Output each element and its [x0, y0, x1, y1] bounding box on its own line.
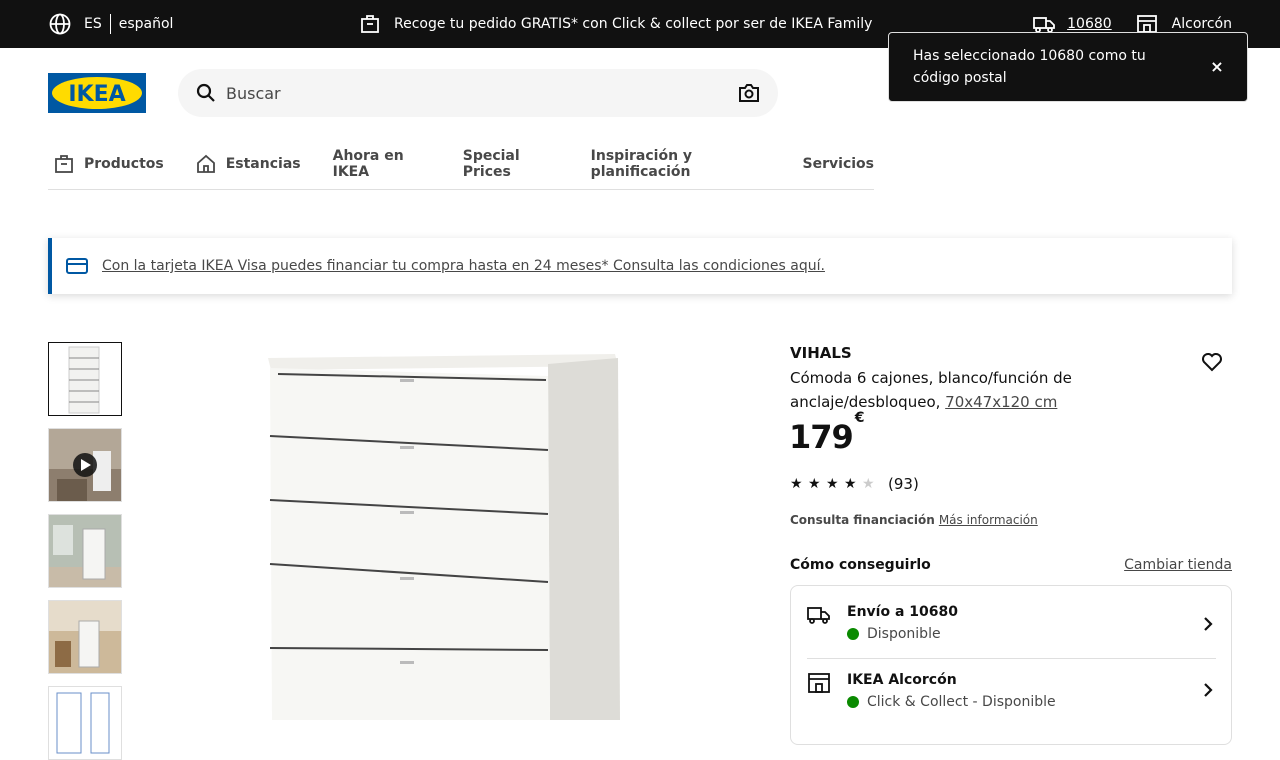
nav-label: Special Prices: [462, 148, 520, 180]
bedroom-thumbnail-image: [49, 515, 121, 587]
how-to-get-heading: Cómo conseguirlo: [790, 557, 931, 573]
main-navigation: Productos Estancias Ahora en IKEA Specia…: [48, 140, 874, 190]
product-description: Cómoda 6 cajones, blanco/función de ancl…: [790, 366, 1110, 414]
store-link[interactable]: Alcorcón: [1172, 16, 1232, 32]
delivery-status-text: Disponible: [867, 626, 941, 642]
star-icon: ★: [826, 476, 839, 492]
star-icon: ★: [808, 476, 821, 492]
available-dot-icon: [847, 628, 859, 640]
dresser-thumbnail-image: [49, 343, 121, 415]
product-size-link[interactable]: 70x47x120 cm: [945, 393, 1057, 411]
chevron-right-icon: [1204, 617, 1213, 631]
nav-item-special-prices[interactable]: Special Prices: [463, 140, 559, 188]
product-price: 179 €: [789, 410, 865, 456]
nav-item-estancias[interactable]: Estancias: [196, 140, 301, 188]
truck-icon: [807, 607, 830, 624]
store-option[interactable]: IKEA Alcorcón Click & Collect - Disponib…: [807, 672, 1216, 732]
star-icon: ★: [844, 476, 857, 492]
product-rating[interactable]: ★ ★ ★ ★ ★ (93): [790, 475, 919, 493]
nav-label: Estancias: [225, 156, 301, 172]
postal-code-toast: Has seleccionado 10680 como tu código po…: [888, 32, 1248, 102]
language-selector[interactable]: ES español: [48, 12, 173, 36]
search-input[interactable]: [226, 83, 738, 103]
credit-card-icon: [66, 258, 88, 274]
toast-close-button[interactable]: ×: [1207, 57, 1227, 77]
change-store-link[interactable]: Cambiar tienda: [1124, 557, 1232, 573]
nav-item-inspiracion[interactable]: Inspiración y planificación: [591, 140, 771, 188]
thumbnail-5[interactable]: [48, 686, 122, 760]
price-currency: €: [854, 410, 865, 427]
options-divider: [807, 658, 1216, 659]
store-status: Click & Collect - Disponible: [847, 694, 1056, 710]
nav-label: Inspiración y planificación: [590, 148, 693, 180]
delivery-status: Disponible: [847, 626, 941, 642]
globe-icon: [49, 13, 71, 35]
store-icon: [1136, 15, 1157, 33]
heart-icon[interactable]: [1200, 350, 1224, 374]
visa-financing-banner: Con la tarjeta IKEA Visa puedes financia…: [48, 238, 1232, 294]
room-video-thumbnail-image: [49, 429, 121, 501]
camera-search-icon[interactable]: [738, 82, 760, 104]
search-icon[interactable]: [196, 83, 216, 103]
price-value: 179: [789, 418, 854, 456]
visa-financing-link[interactable]: Con la tarjeta IKEA Visa puedes financia…: [102, 258, 825, 274]
financing-info: Consulta financiación Más información: [790, 513, 1038, 527]
nav-label: Productos: [84, 156, 164, 172]
nav-item-ahora-en-ikea[interactable]: Ahora en IKEA: [333, 140, 431, 188]
thumbnail-4[interactable]: [48, 600, 122, 674]
logo-text: IKEA: [68, 82, 125, 107]
thumbnail-video[interactable]: [48, 428, 122, 502]
chevron-right-icon: [1204, 683, 1213, 697]
box-icon: [55, 155, 73, 173]
availability-options: Envío a 10680 Disponible IKEA Alcorcón C…: [790, 585, 1232, 745]
promo-message[interactable]: Recoge tu pedido GRATIS* con Click & col…: [360, 12, 872, 36]
available-dot-icon: [847, 696, 859, 708]
store-icon: [808, 673, 830, 693]
ikea-logo[interactable]: IKEA: [48, 73, 146, 113]
language-code: ES: [84, 16, 102, 32]
thumbnail-1[interactable]: [48, 342, 122, 416]
measurements-thumbnail-image: [49, 687, 121, 759]
financing-more-info-link[interactable]: Más información: [939, 513, 1038, 527]
search-bar[interactable]: [178, 69, 778, 117]
language-divider: [109, 14, 111, 34]
thumbnail-3[interactable]: [48, 514, 122, 588]
nav-item-servicios[interactable]: Servicios: [803, 140, 874, 188]
product-name: VIHALS: [790, 344, 852, 362]
review-count: (93): [888, 475, 919, 493]
nav-label: Servicios: [802, 156, 874, 172]
zip-code-link[interactable]: 10680: [1067, 16, 1112, 32]
half-star-icon: ★: [862, 476, 875, 492]
toast-message: Has seleccionado 10680 como tu código po…: [913, 48, 1146, 86]
language-name: español: [118, 16, 174, 32]
store-status-text: Click & Collect - Disponible: [867, 694, 1056, 710]
hallway-thumbnail-image: [49, 601, 121, 673]
truck-icon: [1033, 17, 1056, 33]
store-title: IKEA Alcorcón: [847, 672, 957, 688]
nav-label: Ahora en IKEA: [332, 148, 404, 180]
product-main-image[interactable]: [160, 330, 740, 720]
promo-text: Recoge tu pedido GRATIS* con Click & col…: [394, 16, 873, 32]
star-icon: ★: [790, 476, 803, 492]
delivery-title: Envío a 10680: [847, 604, 958, 620]
nav-item-productos[interactable]: Productos: [54, 140, 164, 188]
financing-label: Consulta financiación: [790, 513, 935, 527]
delivery-option[interactable]: Envío a 10680 Disponible: [807, 604, 1216, 644]
home-icon: [196, 154, 215, 173]
bag-icon: [361, 15, 379, 33]
rating-stars: ★ ★ ★ ★ ★: [790, 476, 880, 492]
